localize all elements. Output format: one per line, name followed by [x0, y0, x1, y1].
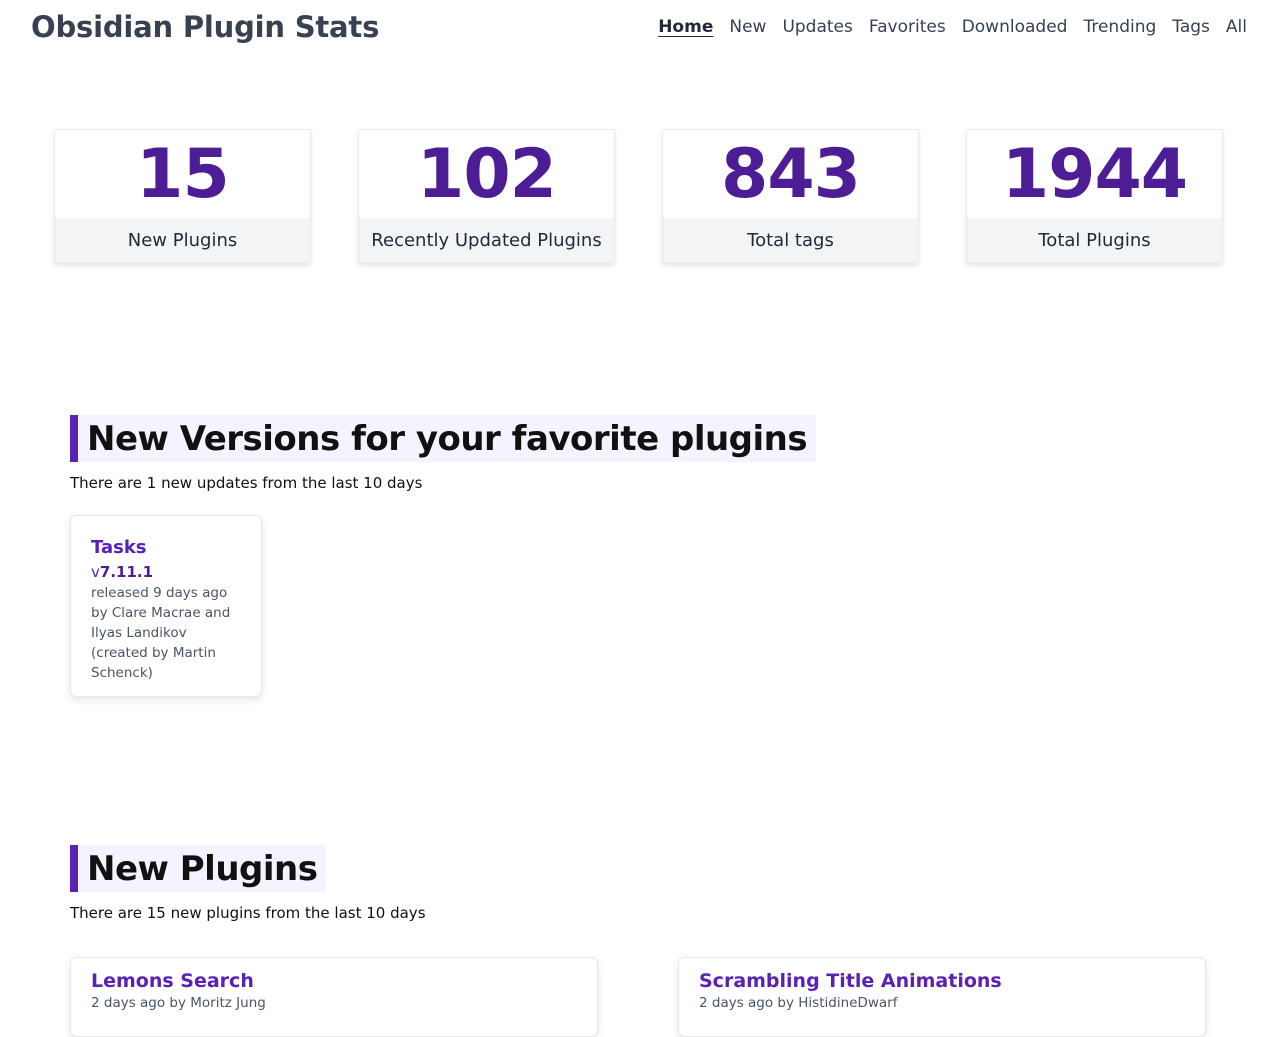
main-nav: Home New Updates Favorites Downloaded Tr…	[658, 17, 1247, 37]
favorites-subtitle: There are 1 new updates from the last 10…	[70, 474, 423, 492]
stat-value: 15	[136, 134, 230, 214]
nav-home[interactable]: Home	[658, 17, 713, 37]
plugin-meta: 2 days ago by Moritz Jung	[91, 995, 266, 1011]
update-card-tasks[interactable]: Tasks v7.11.1 released 9 days ago by Cla…	[70, 515, 262, 697]
stat-card-total-tags[interactable]: 843 Total tags	[662, 129, 919, 264]
stat-value: 102	[417, 134, 557, 214]
stat-value: 843	[721, 134, 861, 214]
stat-value: 1944	[1001, 134, 1188, 214]
plugin-authors: by Clare Macrae and Ilyas Landikov (crea…	[91, 605, 231, 681]
nav-tags[interactable]: Tags	[1172, 17, 1210, 37]
nav-all[interactable]: All	[1226, 17, 1247, 37]
release-time: released 9 days ago	[91, 585, 228, 601]
nav-downloaded[interactable]: Downloaded	[962, 17, 1068, 37]
stat-label: Total Plugins	[967, 218, 1222, 263]
stat-label: New Plugins	[55, 218, 310, 263]
plugin-card-scrambling-title[interactable]: Scrambling Title Animations 2 days ago b…	[678, 957, 1206, 1037]
stat-label: Recently Updated Plugins	[359, 218, 614, 263]
nav-updates[interactable]: Updates	[782, 17, 852, 37]
stat-card-updated-plugins[interactable]: 102 Recently Updated Plugins	[358, 129, 615, 264]
stat-label: Total tags	[663, 218, 918, 263]
site-header: Obsidian Plugin Stats Home New Updates F…	[0, 0, 1277, 60]
nav-new[interactable]: New	[729, 17, 766, 37]
plugin-meta: 2 days ago by HistidineDwarf	[699, 995, 898, 1011]
version-prefix: v	[91, 563, 100, 581]
stat-card-new-plugins[interactable]: 15 New Plugins	[54, 129, 311, 264]
stat-card-total-plugins[interactable]: 1944 Total Plugins	[966, 129, 1223, 264]
plugin-name[interactable]: Scrambling Title Animations	[699, 968, 1185, 994]
plugin-version: v7.11.1	[91, 561, 241, 583]
version-number: 7.11.1	[99, 563, 154, 581]
new-plugins-heading: New Plugins	[70, 845, 327, 892]
plugin-name[interactable]: Lemons Search	[91, 968, 577, 994]
plugin-card-lemons-search[interactable]: Lemons Search 2 days ago by Moritz Jung	[70, 957, 598, 1037]
new-plugins-subtitle: There are 15 new plugins from the last 1…	[70, 904, 426, 922]
nav-favorites[interactable]: Favorites	[869, 17, 946, 37]
site-title[interactable]: Obsidian Plugin Stats	[31, 10, 379, 44]
plugin-name[interactable]: Tasks	[91, 535, 241, 561]
favorites-heading: New Versions for your favorite plugins	[70, 415, 817, 462]
nav-trending[interactable]: Trending	[1083, 17, 1156, 37]
